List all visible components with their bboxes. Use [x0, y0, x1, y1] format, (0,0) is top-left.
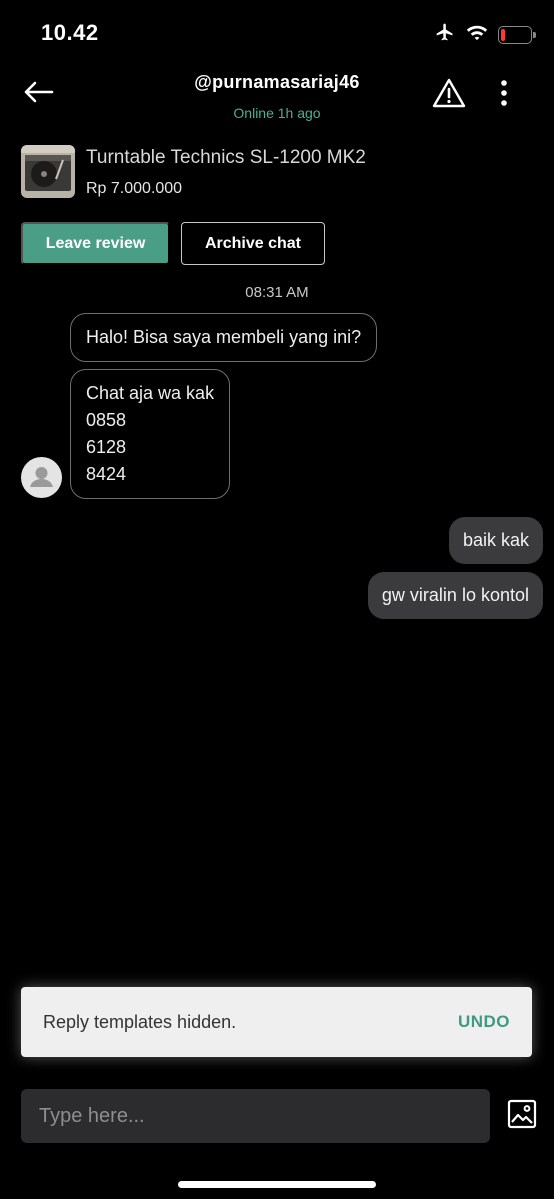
avatar[interactable]: [21, 457, 62, 498]
status-icons: [434, 22, 536, 47]
status-time: 10.42: [41, 20, 99, 45]
leave-review-button[interactable]: Leave review: [21, 222, 170, 265]
snackbar-message: Reply templates hidden.: [43, 1011, 237, 1032]
home-indicator[interactable]: [178, 1181, 376, 1188]
product-price: Rp 7.000.000: [86, 180, 183, 197]
chat-username[interactable]: @purnamasariaj46: [0, 72, 554, 93]
message-bubble-outgoing[interactable]: gw viralin lo kontol: [367, 572, 543, 619]
report-button[interactable]: [430, 76, 468, 114]
product-thumbnail[interactable]: [21, 145, 75, 198]
online-status: Online 1h ago: [233, 105, 321, 121]
message-timestamp: 08:31 AM: [245, 284, 309, 301]
battery-icon: [498, 25, 536, 44]
product-name[interactable]: Turntable Technics SL-1200 MK2: [86, 147, 366, 169]
message-bubble-outgoing[interactable]: baik kak: [448, 517, 543, 564]
airplane-icon: [434, 22, 456, 47]
snackbar: Reply templates hidden. UNDO: [21, 987, 532, 1057]
archive-chat-button[interactable]: Archive chat: [181, 222, 325, 265]
message-bubble-incoming[interactable]: Halo! Bisa saya membeli yang ini?: [70, 313, 378, 362]
warning-icon: [432, 77, 466, 114]
undo-button[interactable]: UNDO: [458, 1012, 510, 1032]
battery-level: [501, 28, 505, 41]
more-vertical-icon: [500, 79, 508, 112]
wifi-icon: [466, 23, 488, 46]
message-bubble-incoming[interactable]: Chat aja wa kak 0858 6128 8424: [70, 369, 231, 499]
image-gallery-icon: [507, 1099, 537, 1134]
default-user-icon: [21, 467, 62, 498]
message-input[interactable]: [21, 1089, 490, 1143]
more-options-button[interactable]: [490, 76, 518, 114]
attach-image-button[interactable]: [506, 1099, 538, 1134]
